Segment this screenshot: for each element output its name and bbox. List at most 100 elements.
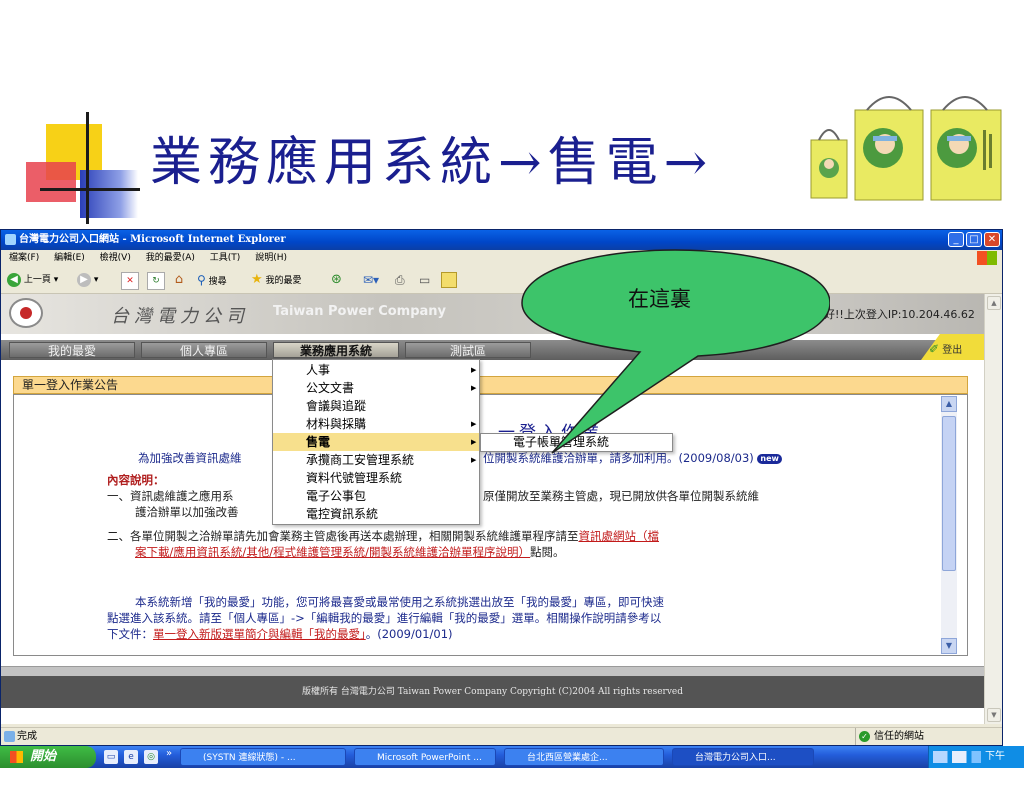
submenu-arrow-icon: ▶ [471,366,477,374]
task-powerpoint[interactable]: Microsoft PowerPoint ... [354,748,496,766]
task-taipower-portal[interactable]: 台灣電力公司入口... [672,748,814,766]
menu-item-personnel[interactable]: 人事 ▶ [273,361,479,379]
scroll-up-button[interactable]: ▲ [941,396,957,412]
page-scroll-down[interactable]: ▼ [987,708,1001,722]
slide-title: 業務應用系統→售電→ [150,133,714,193]
status-text: 完成 [17,731,37,742]
para3-line-c: 下文件：單一登入新版選單簡介與編輯「我的最愛」。(2009/01/01) [107,627,453,641]
window-titlebar[interactable]: 台灣電力公司入口網站 - Microsoft Internet Explorer… [1,230,1002,250]
logout-icon: ✐ [929,342,940,356]
show-desktop-icon[interactable]: ▭ [104,750,118,764]
brand-name-cn: 台灣電力公司 [111,306,249,327]
favorites-button[interactable]: ★ 我的最愛 [251,272,302,288]
stop-icon[interactable]: ✕ [121,272,139,290]
guide-link[interactable]: 單一登入新版選單簡介與編輯「我的最愛」 [153,627,366,641]
tab-personal[interactable]: 個人專區 [141,342,267,358]
ie-quicklaunch-icon[interactable]: e [124,750,138,764]
item1-line-b: 原僅開放至業務主管處，現已開放供各單位開製系統維 [483,489,759,503]
clock: 下午 01:26 [985,751,1014,784]
window-title: 台灣電力公司入口網站 - Microsoft Internet Explorer [19,234,286,245]
menu-item-data-code[interactable]: 資料代號管理系統 [273,469,479,487]
page-scroll-up[interactable]: ▲ [987,296,1001,310]
ie-icon [5,234,16,245]
tab-favorites[interactable]: 我的最愛 [9,342,135,358]
menu-favorites[interactable]: 我的最愛(A) [146,253,195,263]
menu-item-power-control[interactable]: 電控資訊系統 [273,505,479,523]
scroll-down-button[interactable]: ▼ [941,638,957,654]
para3-line-a: 本系統新增「我的最愛」功能，您可將最喜愛或最常使用之系統挑選出放至「我的最愛」專… [135,595,664,609]
intro-text: 為加強改善資訊處維 [138,451,242,465]
menu-file[interactable]: 檔案(F) [9,253,39,263]
section-title: 內容說明： [107,473,165,487]
media-quicklaunch-icon[interactable]: ◎ [144,750,158,764]
back-arrow-icon: ◀ [7,272,21,287]
tray-icons [933,751,981,763]
business-apps-dropdown: 人事 ▶ 公文文書 ▶ 會議與追蹤 材料與採購 ▶ 售電 ▶ 承攬商工安管理系統 ▶ 資料… [272,359,480,525]
para3-line-b: 點選進入該系統。請至「個人專區」->「編輯我的最愛」進行編輯「我的最愛」選單。相… [107,611,662,625]
download-path-link[interactable]: 案下載/應用資訊系統/其他/程式維護管理系統/開製系統維護洽辦單程序說明） [135,545,530,559]
scroll-thumb[interactable] [942,416,956,571]
menu-help[interactable]: 說明(H) [255,253,287,263]
start-button[interactable]: 開始 [0,746,96,768]
site-navbar: 我的最愛 個人專區 業務應用系統 測試區 [1,340,984,360]
login-info: 您好!!上次登入IP:10.204.46.62 [813,308,975,321]
windows-logo-icon [977,251,997,265]
more-quicklaunch-icon[interactable]: » [166,748,172,759]
menu-item-contractor-safety[interactable]: 承攬商工安管理系統 ▶ [273,451,479,469]
search-button[interactable]: ⚲ 搜尋 [197,272,227,288]
submenu-arrow-icon: ▶ [471,456,477,464]
menu-view[interactable]: 檢視(V) [100,253,131,263]
tab-business-apps[interactable]: 業務應用系統 [273,342,399,358]
taskbar: 開始 ▭ e ◎ » (SYSTN 連線狀態) - ... Microsoft … [0,746,1024,784]
info-dept-link[interactable]: 資訊處網站（檔 [579,529,660,543]
menu-item-documents[interactable]: 公文文書 ▶ [273,379,479,397]
system-tray: 下午 01:26 [928,746,1024,784]
item1-line-c: 護洽辦單以加強改善 [135,505,239,519]
deco-vertical-line [86,112,89,224]
security-zone: ✓ 信任的網站 [855,728,967,745]
menu-item-e-briefcase[interactable]: 電子公事包 [273,487,479,505]
logout-button[interactable]: ✐ 登出 [929,341,962,356]
item2-line-b: 案下載/應用資訊系統/其他/程式維護管理系統/開製系統維護洽辦單程序說明）點閱。 [135,545,565,559]
callout-text: 在這裏 [628,287,691,311]
forward-button[interactable]: ▶ ▾ [77,272,98,288]
windows-flag-icon [10,751,23,763]
submenu-arrow-icon: ▶ [471,438,477,446]
menu-item-procurement[interactable]: 材料與採購 ▶ [273,415,479,433]
tab-test[interactable]: 測試區 [405,342,531,358]
search-icon: ⚲ [197,273,206,287]
check-icon: ✓ [859,731,870,742]
page-done-icon [4,731,15,742]
maximize-button[interactable]: □ [966,232,982,247]
submenu-arrow-icon: ▶ [471,384,477,392]
history-icon[interactable]: ⊛ [331,272,342,288]
page-scrollbar[interactable]: ▲ ▼ [984,294,1002,724]
menu-item-meetings[interactable]: 會議與追蹤 [273,397,479,415]
menu-item-sales[interactable]: 售電 ▶ [273,433,479,451]
deco-red-square [26,162,76,202]
task-systn[interactable]: (SYSTN 連線狀態) - ... [180,748,346,766]
edit-icon[interactable]: ▭ [419,272,430,288]
taipower-logo [9,298,43,328]
refresh-icon[interactable]: ↻ [147,272,165,290]
menu-tools[interactable]: 工具(T) [210,253,241,263]
print-icon[interactable]: ⎙ [395,272,405,288]
item2-line-a: 二、各單位開製之洽辦單請先加會業務主管處後再送本處辦理，相關開製系統維護單程序請… [107,529,660,543]
back-button[interactable]: ◀ 上一頁 ▾ [7,272,58,288]
toolbar: ◀ 上一頁 ▾ ▶ ▾ ✕ ↻ ⌂ ⚲ 搜尋 ★ 我的最愛 ⊛ ✉▾ ⎙ ▭ [1,267,1002,294]
content-scrollbar[interactable]: ▲ ▼ [941,396,957,654]
close-button[interactable]: ✕ [984,232,1000,247]
deco-horizontal-line [40,188,140,191]
menu-edit[interactable]: 編輯(E) [54,253,85,263]
folder-icon[interactable] [441,272,457,288]
task-taipei-west[interactable]: 台北西區營業處企... [504,748,664,766]
item1-line-a: 一、資訊處維護之應用系 [107,489,234,503]
minimize-button[interactable]: _ [948,232,964,247]
forward-arrow-icon: ▶ [77,272,91,287]
home-icon[interactable]: ⌂ [171,272,187,288]
menubar: 檔案(F) 編輯(E) 檢視(V) 我的最愛(A) 工具(T) 說明(H) [1,250,1002,266]
submenu-arrow-icon: ▶ [471,420,477,428]
mail-icon[interactable]: ✉▾ [363,272,379,288]
callout-balloon [521,249,830,454]
mascot-bags-image [810,96,1002,201]
